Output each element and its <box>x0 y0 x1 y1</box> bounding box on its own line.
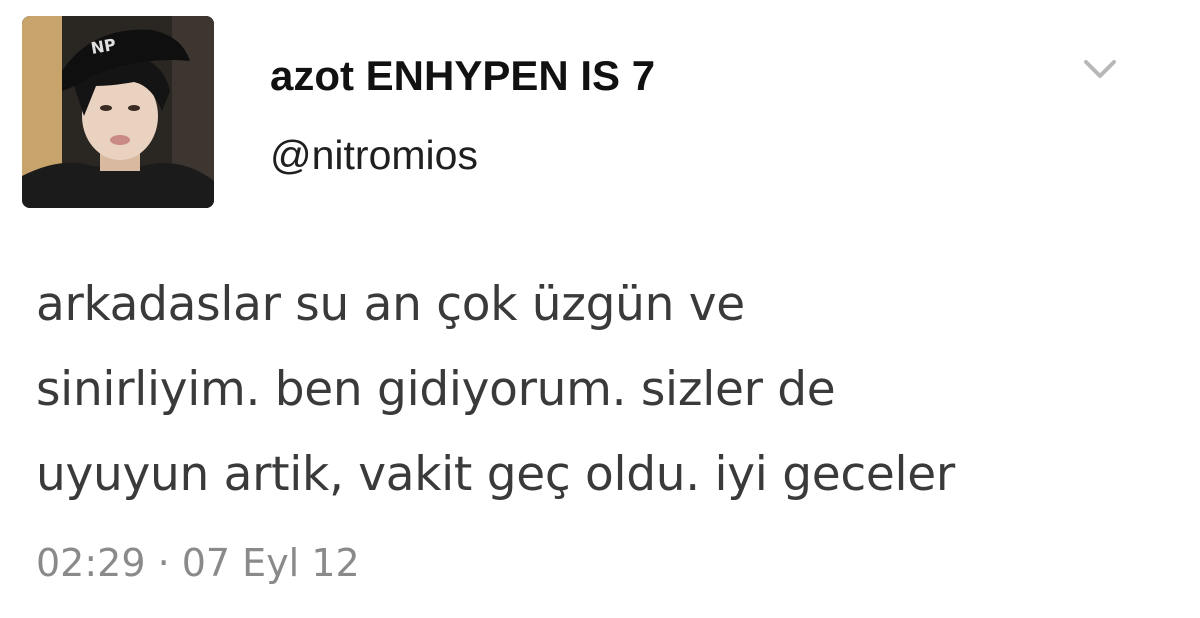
user-handle[interactable]: @nitromios <box>270 132 478 179</box>
tweet-text: arkadaslar su an çok üzgün ve sinirliyim… <box>36 262 1176 517</box>
avatar[interactable]: NP <box>22 16 214 208</box>
tweet-text-line: arkadaslar su an çok üzgün ve <box>36 277 745 332</box>
chevron-down-icon[interactable] <box>1078 50 1122 90</box>
tweet-timestamp[interactable]: 02:29 · 07 Eyl 12 <box>36 541 360 585</box>
tweet-text-line: uyuyun artik, vakit geç oldu. iyi gecele… <box>36 447 955 502</box>
tweet-card: NP azot ENHYPEN IS 7 @nitromios arkadasl… <box>0 0 1200 618</box>
profile-photo-icon: NP <box>22 16 214 208</box>
display-name[interactable]: azot ENHYPEN IS 7 <box>270 52 655 100</box>
tweet-text-line: sinirliyim. ben gidiyorum. sizler de <box>36 362 836 417</box>
